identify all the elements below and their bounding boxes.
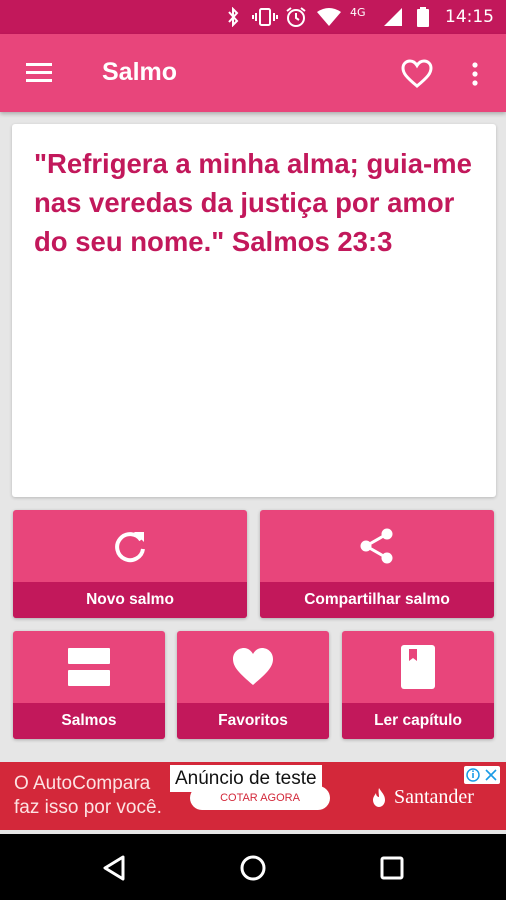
heart-outline-icon <box>401 59 433 88</box>
ad-choices-icon <box>466 768 497 782</box>
bluetooth-icon <box>226 7 240 27</box>
share-icon <box>260 510 494 582</box>
read-chapter-label: Ler capítulo <box>342 703 494 739</box>
app-bar: Salmo <box>0 34 506 112</box>
psalms-label: Salmos <box>13 703 165 739</box>
verse-text: "Refrigera a minha alma; guia-me nas ver… <box>34 148 472 257</box>
system-nav-bar <box>0 834 506 900</box>
favorites-label: Favoritos <box>177 703 329 739</box>
share-psalm-button[interactable]: Compartilhar salmo <box>260 510 494 618</box>
read-chapter-button[interactable]: Ler capítulo <box>342 631 494 739</box>
psalms-button[interactable]: Salmos <box>13 631 165 739</box>
recents-button[interactable] <box>372 848 412 888</box>
favorite-button[interactable] <box>400 58 434 90</box>
wifi-icon <box>316 7 342 27</box>
ad-test-tag: Anúncio de teste <box>170 765 322 792</box>
home-button[interactable] <box>233 848 273 888</box>
favorites-button[interactable]: Favoritos <box>177 631 329 739</box>
flame-icon <box>373 787 385 807</box>
network-type: 4G <box>350 5 366 19</box>
back-button[interactable] <box>94 848 134 888</box>
back-icon <box>103 855 125 881</box>
alarm-icon <box>285 7 307 27</box>
new-psalm-label: Novo salmo <box>13 582 247 618</box>
ad-brand-name: Santander <box>394 786 474 808</box>
home-icon <box>240 855 266 881</box>
ad-info-button[interactable] <box>464 766 500 784</box>
ad-text-line2: faz isso por você. <box>14 797 162 818</box>
ad-text: O AutoCompara faz isso por você. <box>14 772 162 820</box>
ad-banner[interactable]: O AutoCompara faz isso por você. COTAR A… <box>0 762 506 830</box>
status-bar: 4G 14:15 <box>0 0 506 34</box>
signal-icon <box>382 7 404 27</box>
more-vert-icon <box>472 62 478 86</box>
hamburger-icon <box>26 63 52 82</box>
menu-button[interactable] <box>22 59 58 87</box>
clock: 14:15 <box>445 7 494 27</box>
share-psalm-label: Compartilhar salmo <box>260 582 494 618</box>
recents-icon <box>380 856 404 880</box>
ad-brand: Santander <box>368 786 474 809</box>
battery-icon <box>416 7 430 27</box>
book-icon <box>342 631 494 703</box>
more-options-button[interactable] <box>466 58 484 90</box>
heart-icon <box>177 631 329 703</box>
list-icon <box>13 631 165 703</box>
ad-text-line1: O AutoCompara <box>14 773 151 794</box>
vibrate-icon <box>252 7 278 27</box>
page-title: Salmo <box>102 58 178 86</box>
verse-card: "Refrigera a minha alma; guia-me nas ver… <box>12 124 496 497</box>
new-psalm-button[interactable]: Novo salmo <box>13 510 247 618</box>
refresh-icon <box>13 510 247 582</box>
